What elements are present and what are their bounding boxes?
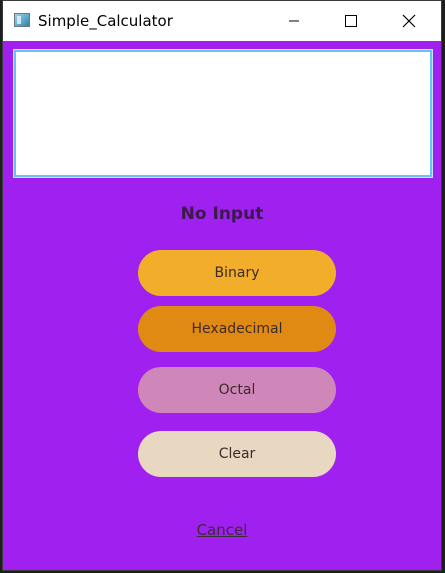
calculator-window: Simple_Calculator No Input Binary Hexade… (2, 0, 442, 571)
window-title: Simple_Calculator (38, 12, 173, 30)
maximize-icon (345, 15, 357, 27)
octal-button[interactable]: Octal (138, 367, 336, 413)
minimize-button[interactable] (271, 1, 317, 41)
maximize-button[interactable] (328, 1, 374, 41)
hexadecimal-button[interactable]: Hexadecimal (138, 306, 336, 352)
minimize-icon (289, 20, 299, 22)
binary-button[interactable]: Binary (138, 250, 336, 296)
clear-button[interactable]: Clear (138, 431, 336, 477)
close-icon (402, 14, 416, 28)
close-button[interactable] (386, 1, 432, 41)
app-icon (14, 13, 30, 27)
status-label: No Input (180, 204, 264, 224)
cancel-link[interactable]: Cancel (3, 521, 441, 539)
calculator-display[interactable] (13, 49, 433, 178)
title-bar: Simple_Calculator (3, 1, 441, 41)
